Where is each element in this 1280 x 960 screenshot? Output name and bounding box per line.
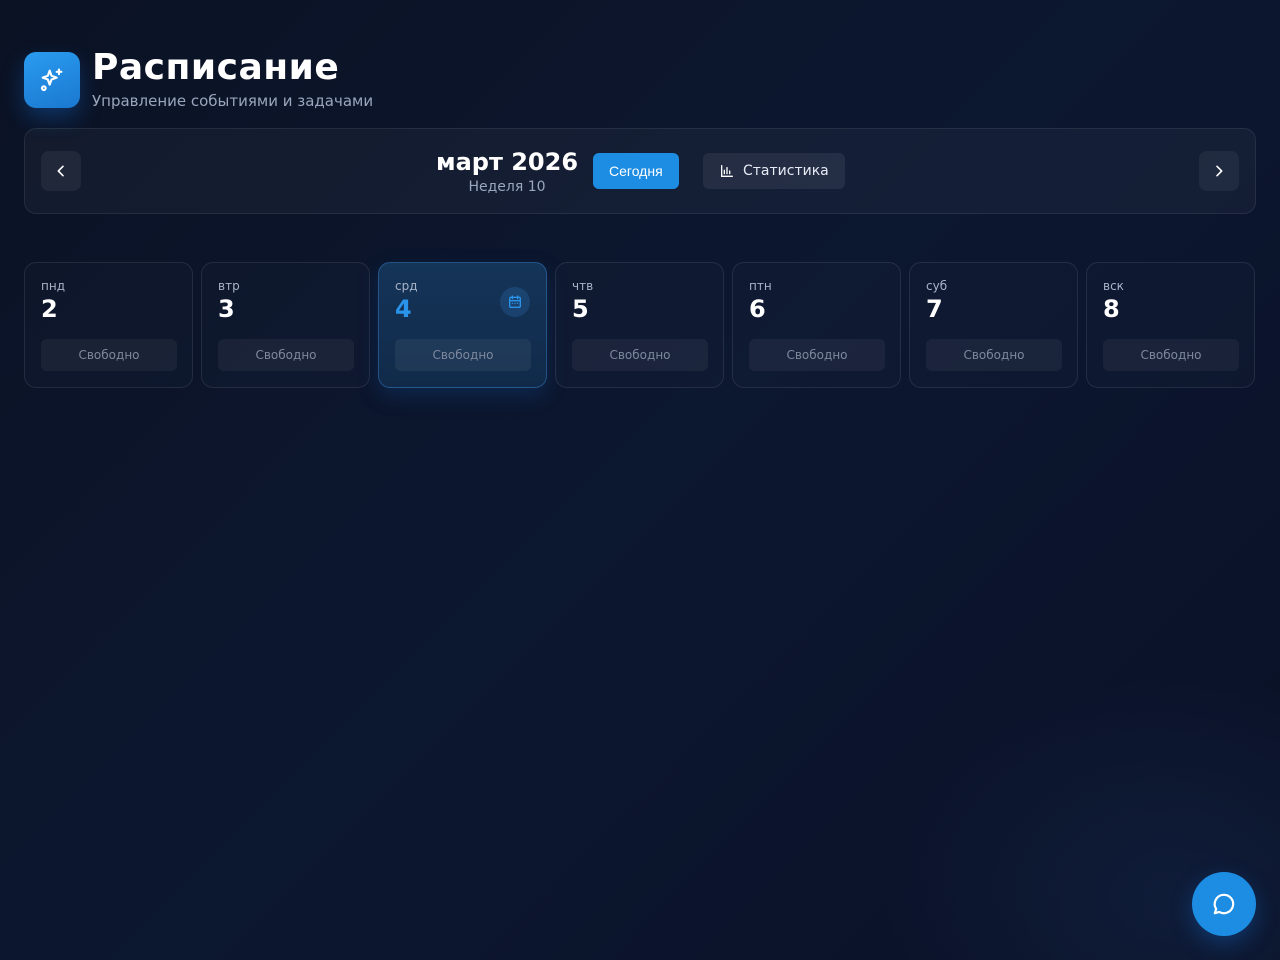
app-header: Расписание Управление событиями и задача… bbox=[24, 47, 374, 110]
free-status[interactable]: Свободно bbox=[218, 339, 354, 371]
day-name: втр bbox=[218, 279, 240, 293]
day-number: 5 bbox=[572, 295, 589, 323]
chat-button[interactable] bbox=[1192, 872, 1256, 936]
day-card-saturday[interactable]: суб 7 Свободно bbox=[909, 262, 1078, 388]
chevron-left-icon bbox=[57, 165, 64, 177]
next-week-button[interactable] bbox=[1199, 151, 1239, 191]
prev-week-button[interactable] bbox=[41, 151, 81, 191]
calendar-icon bbox=[500, 287, 530, 317]
statistics-label: Статистика bbox=[743, 163, 829, 179]
free-status[interactable]: Свободно bbox=[1103, 339, 1239, 371]
week-days: пнд 2 Свободно втр 3 Свободно срд 4 Своб… bbox=[24, 262, 1255, 388]
page-subtitle: Управление событиями и задачами bbox=[92, 92, 374, 110]
chat-bubble-icon bbox=[1213, 893, 1235, 915]
day-name: пнд bbox=[41, 279, 65, 293]
day-card-friday[interactable]: птн 6 Свободно bbox=[732, 262, 901, 388]
bar-chart-icon bbox=[721, 165, 733, 177]
statistics-button[interactable]: Статистика bbox=[703, 153, 845, 189]
day-card-tuesday[interactable]: втр 3 Свободно bbox=[201, 262, 370, 388]
week-navigation: март 2026 Неделя 10 Сегодня Статистика bbox=[24, 128, 1256, 214]
day-name: вск bbox=[1103, 279, 1124, 293]
day-name: птн bbox=[749, 279, 772, 293]
day-number: 3 bbox=[218, 295, 235, 323]
month-title: март 2026 bbox=[435, 148, 579, 176]
day-name: чтв bbox=[572, 279, 594, 293]
week-label: Неделя 10 bbox=[468, 179, 546, 195]
chevron-right-icon bbox=[1216, 165, 1223, 177]
free-status[interactable]: Свободно bbox=[749, 339, 885, 371]
day-card-thursday[interactable]: чтв 5 Свободно bbox=[555, 262, 724, 388]
day-card-monday[interactable]: пнд 2 Свободно bbox=[24, 262, 193, 388]
free-status[interactable]: Свободно bbox=[395, 339, 531, 371]
page-title: Расписание bbox=[92, 47, 340, 88]
free-status[interactable]: Свободно bbox=[926, 339, 1062, 371]
day-name: суб bbox=[926, 279, 948, 293]
day-card-wednesday-today[interactable]: срд 4 Свободно bbox=[378, 262, 547, 388]
day-card-sunday[interactable]: вск 8 Свободно bbox=[1086, 262, 1255, 388]
sparkles-icon bbox=[24, 52, 80, 108]
day-number: 8 bbox=[1103, 295, 1120, 323]
today-button[interactable]: Сегодня bbox=[593, 153, 679, 189]
day-number: 7 bbox=[926, 295, 943, 323]
free-status[interactable]: Свободно bbox=[41, 339, 177, 371]
free-status[interactable]: Свободно bbox=[572, 339, 708, 371]
day-number: 2 bbox=[41, 295, 58, 323]
day-number: 6 bbox=[749, 295, 766, 323]
